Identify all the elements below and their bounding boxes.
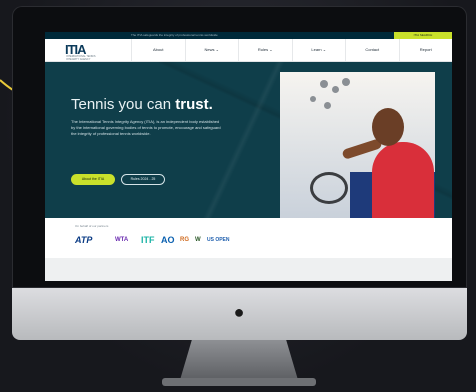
player-head [372, 108, 404, 146]
nav-learn[interactable]: Learn ⌄ [291, 39, 346, 61]
floodlight [324, 102, 331, 109]
main-nav: ITIA INTERNATIONAL TENNIS INTEGRITY AGEN… [45, 39, 452, 62]
hero-player-photo [280, 72, 435, 222]
itf-logo[interactable]: ITF [141, 234, 155, 246]
website-screen: The ITIA safeguards the integrity of pro… [45, 32, 452, 281]
floodlight [320, 80, 328, 88]
hero-paragraph: The International Tennis Integrity Agenc… [71, 119, 221, 136]
player-shirt [372, 142, 434, 222]
nav-menu: About News ⌄ Rules ⌄ Learn ⌄ Contact Rep… [131, 39, 452, 61]
monitor-foot [162, 378, 316, 386]
floodlight [342, 78, 350, 86]
tennis-racket [310, 172, 348, 204]
imac-monitor: The ITIA safeguards the integrity of pro… [12, 6, 467, 386]
itia-logo[interactable]: ITIA INTERNATIONAL TENNIS INTEGRITY AGEN… [65, 42, 103, 61]
nav-contact[interactable]: Contact [345, 39, 399, 61]
partners-strip: On behalf of our partners ATP WTA ITF AO… [45, 218, 452, 258]
wta-logo[interactable]: WTA [115, 234, 128, 246]
atp-logo[interactable]: ATP [75, 234, 92, 246]
monitor-stand [180, 340, 298, 380]
search-cta[interactable]: ITIA SEARCH [394, 32, 452, 39]
rg-logo[interactable]: RG [180, 234, 189, 246]
hero-title: Tennis you can trust. [71, 96, 213, 113]
ao-logo[interactable]: AO [161, 234, 175, 246]
us-open-logo[interactable]: US OPEN [207, 234, 230, 246]
top-utility-bar: The ITIA safeguards the integrity of pro… [45, 32, 452, 39]
topbar-tagline: The ITIA safeguards the integrity of pro… [131, 33, 218, 37]
hero-title-emphasis: trust. [175, 96, 213, 113]
partners-label: On behalf of our partners [75, 224, 109, 228]
nav-rules[interactable]: Rules ⌄ [238, 39, 292, 61]
floodlight [310, 96, 316, 102]
floodlight [332, 86, 339, 93]
wimbledon-logo[interactable]: W [195, 234, 201, 246]
page-lower-section [45, 258, 452, 281]
rules-button[interactable]: Rules 2024 - 25 [121, 174, 165, 185]
about-itia-button[interactable]: About the ITIA [71, 174, 115, 185]
nav-about[interactable]: About [131, 39, 185, 61]
nav-report[interactable]: Report [398, 39, 453, 61]
logo-subtitle: INTERNATIONAL TENNIS INTEGRITY AGENCY [66, 55, 96, 61]
hero-title-prefix: Tennis you can [71, 96, 176, 113]
nav-news[interactable]: News ⌄ [184, 39, 239, 61]
apple-logo-icon: ● [233, 302, 245, 322]
